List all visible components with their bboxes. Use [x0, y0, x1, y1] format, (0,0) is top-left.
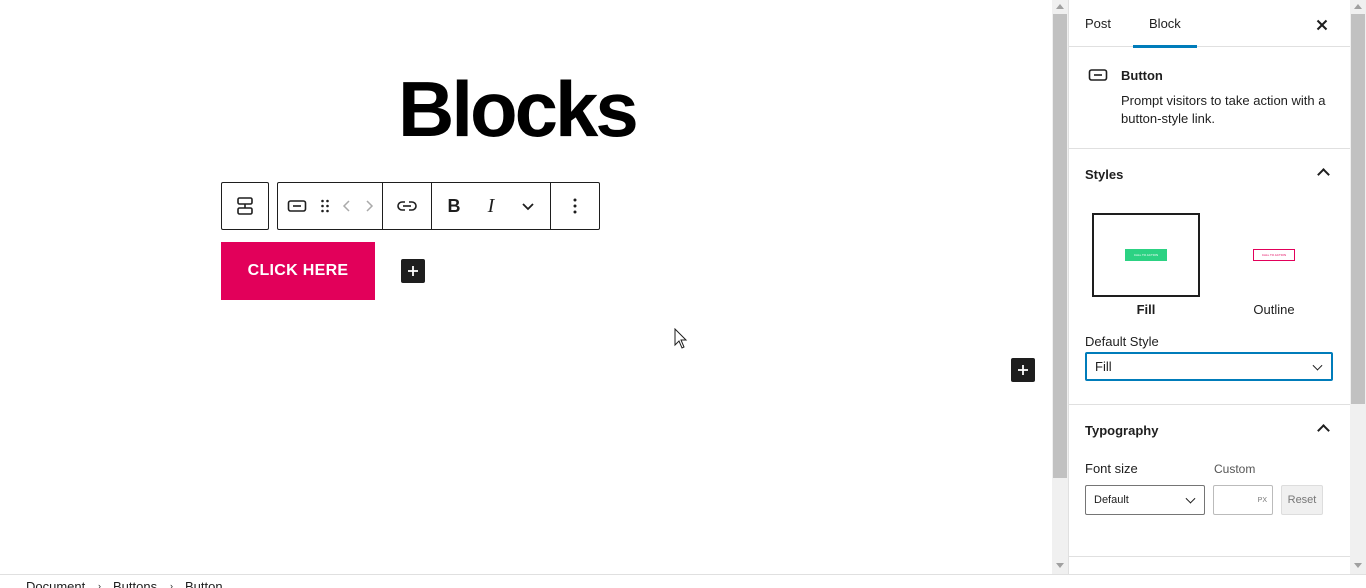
tab-block[interactable]: Block	[1133, 0, 1197, 48]
scrollbar-thumb[interactable]	[1053, 14, 1067, 478]
chevron-down-icon	[1185, 493, 1196, 504]
scroll-down-arrow-icon[interactable]	[1056, 563, 1064, 568]
sidebar-tabs: Post Block	[1069, 0, 1350, 48]
custom-size-input[interactable]: PX	[1213, 485, 1273, 515]
style-option-outline-label: Outline	[1253, 302, 1295, 317]
style-option-fill-label: Fill	[1136, 302, 1156, 317]
outline-style-preview: CALL TO ACTION	[1253, 249, 1295, 261]
bold-button[interactable]: B	[434, 183, 474, 229]
plus-icon	[1018, 365, 1028, 375]
button-icon	[287, 200, 307, 212]
block-card: Button Prompt visitors to take action wi…	[1069, 47, 1350, 149]
italic-button[interactable]: I	[474, 183, 508, 229]
tab-post[interactable]: Post	[1069, 0, 1127, 47]
button-icon	[1088, 69, 1108, 81]
drag-handle-icon	[321, 199, 329, 213]
styles-panel-toggle[interactable]: Styles	[1069, 149, 1350, 201]
toolbar-group-block	[278, 183, 383, 229]
move-right-button[interactable]	[358, 183, 380, 229]
breadcrumb-buttons[interactable]: Buttons	[113, 579, 157, 588]
settings-sidebar: Post Block Button Prompt visitors to tak…	[1068, 0, 1350, 574]
breadcrumb-separator-icon: ›	[98, 581, 101, 588]
drag-handle[interactable]	[314, 183, 336, 229]
breadcrumb: Document › Buttons › Button	[0, 574, 1366, 588]
sidebar-scrollbar[interactable]	[1350, 0, 1366, 574]
group-icon	[237, 197, 253, 215]
block-type-button[interactable]	[280, 183, 314, 229]
block-card-title: Button	[1121, 68, 1163, 83]
fill-style-preview: CALL TO ACTION	[1125, 249, 1167, 261]
plus-icon	[408, 266, 418, 276]
move-right-icon	[366, 200, 374, 212]
scroll-down-arrow-icon[interactable]	[1354, 563, 1362, 568]
default-style-select[interactable]: Fill	[1085, 352, 1333, 381]
breadcrumb-separator-icon: ›	[170, 581, 173, 588]
font-size-value: Default	[1094, 494, 1129, 506]
unit-label: PX	[1257, 496, 1267, 504]
scroll-up-arrow-icon[interactable]	[1354, 4, 1362, 9]
default-style-value: Fill	[1095, 359, 1112, 374]
chevron-down-icon	[522, 203, 534, 211]
options-icon	[573, 198, 577, 214]
close-icon	[1316, 19, 1328, 31]
typography-panel-toggle[interactable]: Typography	[1069, 405, 1350, 457]
toolbar-group-format: B I	[432, 183, 551, 229]
styles-panel: Styles CALL TO ACTION Fill CALL TO ACTIO…	[1069, 149, 1350, 405]
scrollbar-thumb[interactable]	[1351, 14, 1365, 404]
inserter-button-append[interactable]	[1011, 358, 1035, 382]
breadcrumb-button[interactable]: Button	[185, 579, 223, 588]
toolbar-group-options	[551, 183, 599, 229]
page-title[interactable]: Blocks	[398, 70, 639, 148]
reset-button[interactable]: Reset	[1281, 485, 1323, 515]
font-size-label: Font size	[1085, 461, 1138, 476]
close-sidebar-button[interactable]	[1316, 15, 1328, 36]
more-formatting-button[interactable]	[508, 183, 548, 229]
typography-panel: Typography Font size Custom Default PX R…	[1069, 405, 1350, 557]
inserter-button-inline[interactable]	[401, 259, 425, 283]
custom-size-label: Custom	[1214, 462, 1256, 476]
editor-canvas[interactable]: Blocks B I CLICK HERE	[0, 0, 1052, 574]
select-parent-button[interactable]	[221, 182, 269, 230]
button-block[interactable]: CLICK HERE	[221, 242, 375, 300]
style-option-outline[interactable]: CALL TO ACTION	[1220, 213, 1328, 297]
link-button[interactable]	[385, 183, 429, 229]
chevron-down-icon	[1312, 360, 1323, 371]
block-toolbar: B I	[277, 182, 600, 230]
block-card-description: Prompt visitors to take action with a bu…	[1121, 93, 1326, 126]
move-left-button[interactable]	[336, 183, 358, 229]
scroll-up-arrow-icon[interactable]	[1056, 4, 1064, 9]
toolbar-group-link	[383, 183, 432, 229]
link-icon	[397, 201, 417, 211]
mouse-cursor-icon	[674, 328, 688, 349]
default-style-label: Default Style	[1085, 334, 1159, 349]
options-button[interactable]	[553, 183, 597, 229]
style-option-fill[interactable]: CALL TO ACTION	[1092, 213, 1200, 297]
font-size-select[interactable]: Default	[1085, 485, 1205, 515]
breadcrumb-document[interactable]: Document	[26, 579, 85, 588]
move-left-icon	[342, 200, 350, 212]
editor-scrollbar[interactable]	[1052, 0, 1068, 574]
